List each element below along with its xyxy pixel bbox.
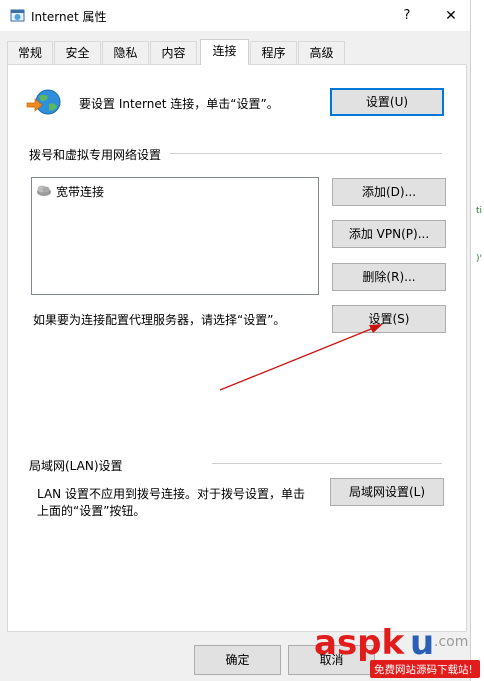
close-button[interactable]: ✕ [436,5,466,27]
window-title: Internet 属性 [31,10,107,24]
tab-privacy[interactable]: 隐私 [102,41,149,64]
connection-settings-button[interactable]: 设置(S) [332,305,446,333]
setup-button[interactable]: 设置(U) [330,88,444,116]
dialup-vpn-heading: 拨号和虚拟专用网络设置 [29,148,162,162]
internet-properties-dialog: Internet 属性 ? ✕ ti )' 常规 安全 隐私 内容 连接 程序 … [0,0,484,681]
broadband-connection-icon [37,185,51,196]
help-button[interactable]: ? [396,5,418,27]
divider [170,153,442,154]
tab-security[interactable]: 安全 [54,41,101,64]
watermark-tagline: 免费网站源码下载站! [374,663,473,676]
divider [212,463,442,464]
title-bar: Internet 属性 ? ✕ [0,0,470,31]
delete-button[interactable]: 删除(R)... [332,263,446,291]
lan-description-line1: LAN 设置不应用到拨号连接。对于拨号设置，单击 [37,487,305,501]
background-window-edge: ti )' [470,0,484,681]
connections-list[interactable]: 宽带连接 [31,177,319,295]
watermark-u: u [410,623,434,663]
lan-description-line2: 上面的“设置”按钮。 [37,504,146,518]
aspku-watermark: aspk u .com 免费网站源码下载站! [314,623,480,678]
background-glyph: )' [476,254,482,264]
connection-name: 宽带连接 [56,185,105,199]
watermark-suffix: .com [434,634,468,650]
tab-general[interactable]: 常规 [7,41,53,64]
globe-setup-icon [26,89,61,115]
tab-programs[interactable]: 程序 [250,41,297,64]
setup-description: 要设置 Internet 连接，单击“设置”。 [79,97,279,111]
lan-heading: 局域网(LAN)设置 [29,459,123,473]
watermark-aspk: aspk [314,623,406,663]
ok-button[interactable]: 确定 [194,645,281,675]
tab-advanced[interactable]: 高级 [298,41,345,64]
add-button[interactable]: 添加(D)... [332,178,446,206]
tab-connections[interactable]: 连接 [200,39,249,65]
proxy-instruction: 如果要为连接配置代理服务器，请选择“设置”。 [33,313,286,327]
tab-content[interactable]: 内容 [150,41,197,64]
add-vpn-button[interactable]: 添加 VPN(P)... [332,220,446,248]
background-glyph: ti [476,206,483,216]
internet-options-icon [10,9,25,22]
lan-settings-button[interactable]: 局域网设置(L) [330,478,444,506]
